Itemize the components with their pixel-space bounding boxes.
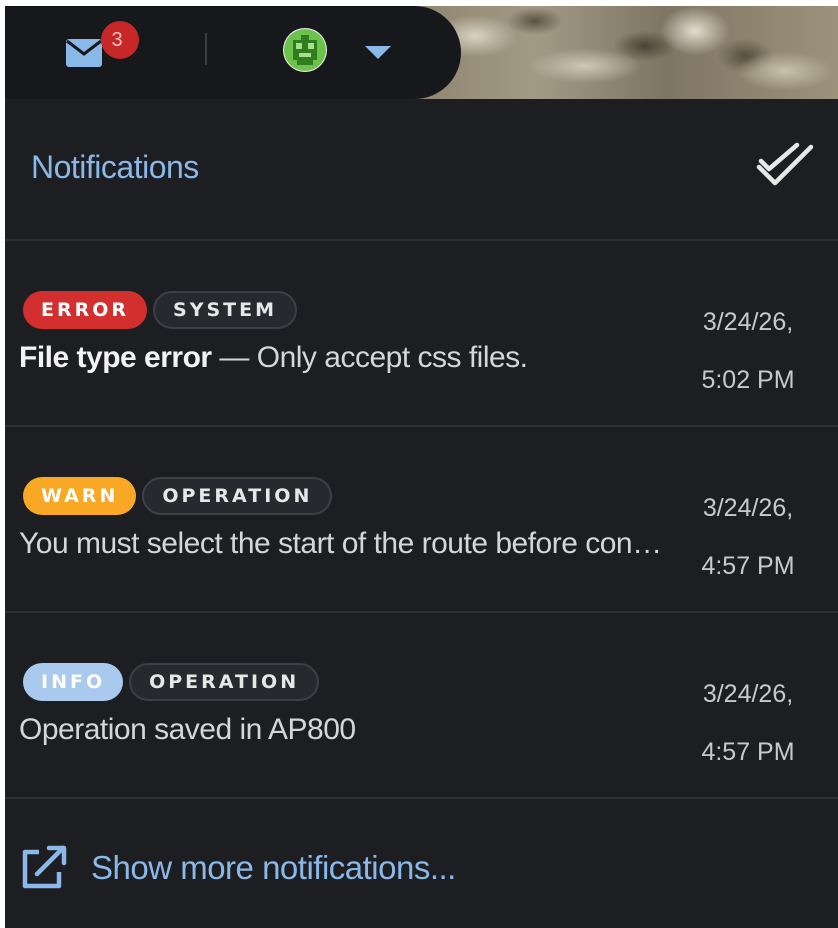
mail-badge: 3 bbox=[101, 21, 139, 59]
external-link-icon bbox=[22, 845, 67, 889]
notification-time: 4:57 PM bbox=[701, 738, 795, 766]
notification-tags: INFO OPERATION bbox=[23, 663, 320, 703]
toolbar-divider bbox=[205, 33, 207, 65]
category-badge: OPERATION bbox=[142, 477, 333, 515]
notification-tags: ERROR SYSTEM bbox=[23, 291, 298, 331]
notification-message: You must select the start of the route b… bbox=[19, 527, 669, 561]
notification-tags: WARN OPERATION bbox=[23, 477, 333, 517]
notifications-header: Notifications bbox=[5, 99, 838, 241]
notification-item[interactable]: INFO OPERATION Operation saved in AP800 … bbox=[5, 613, 838, 799]
level-badge-info: INFO bbox=[23, 663, 124, 701]
top-bar: 3 bbox=[5, 6, 838, 99]
notification-time: 5:02 PM bbox=[701, 366, 795, 394]
category-badge: SYSTEM bbox=[153, 291, 298, 329]
caret-down-icon bbox=[365, 46, 391, 59]
level-badge-warn: WARN bbox=[23, 477, 137, 515]
category-badge: OPERATION bbox=[129, 663, 320, 701]
notifications-window: 3 Notifications ERROR SYSTEM File type e… bbox=[5, 6, 838, 928]
notification-date: 3/24/26, bbox=[702, 494, 794, 522]
notification-item[interactable]: WARN OPERATION You must select the start… bbox=[5, 427, 838, 613]
mail-icon bbox=[66, 39, 102, 67]
user-toolbar: 3 bbox=[5, 6, 461, 99]
avatar[interactable] bbox=[283, 28, 327, 72]
double-check-icon bbox=[756, 142, 814, 186]
show-more-label: Show more notifications... bbox=[91, 849, 456, 886]
notification-message: Operation saved in AP800 bbox=[19, 713, 669, 747]
notification-separator: — bbox=[211, 341, 257, 374]
notification-date: 3/24/26, bbox=[702, 680, 794, 708]
show-more-link[interactable]: Show more notifications... bbox=[19, 844, 456, 892]
notification-timestamp: 3/24/26, 4:57 PM bbox=[658, 479, 798, 595]
notification-timestamp: 3/24/26, 4:57 PM bbox=[658, 665, 798, 781]
notifications-footer: Show more notifications... bbox=[5, 797, 838, 928]
notification-message: File type error — Only accept css files. bbox=[19, 341, 669, 375]
notification-date: 3/24/26, bbox=[702, 308, 794, 336]
notification-text: You must select the start of the route b… bbox=[19, 527, 669, 560]
notification-title: File type error bbox=[19, 341, 212, 374]
notification-timestamp: 3/24/26, 5:02 PM bbox=[658, 293, 798, 409]
mark-all-read-button[interactable] bbox=[753, 137, 819, 193]
notification-text: Only accept css files. bbox=[256, 341, 528, 374]
notification-item[interactable]: ERROR SYSTEM File type error — Only acce… bbox=[5, 241, 838, 427]
map-background bbox=[405, 6, 838, 99]
avatar-icon bbox=[284, 29, 326, 71]
notification-text: Operation saved in AP800 bbox=[19, 713, 356, 746]
page-title: Notifications bbox=[31, 149, 199, 185]
notification-time: 4:57 PM bbox=[701, 552, 795, 580]
user-menu-toggle[interactable] bbox=[362, 42, 394, 62]
level-badge-error: ERROR bbox=[23, 291, 148, 329]
